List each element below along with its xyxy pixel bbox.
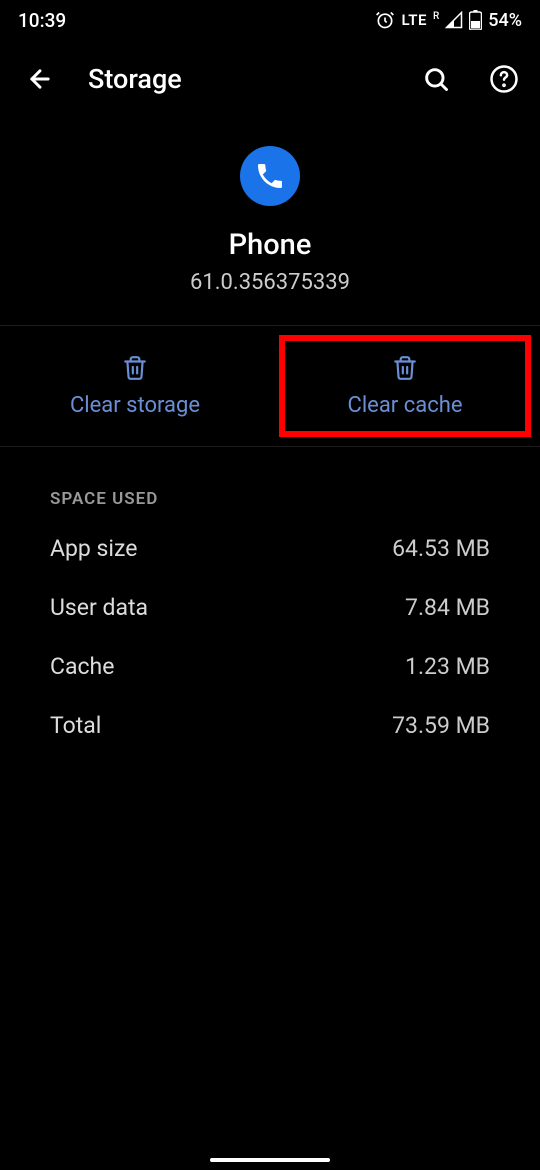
row-label: App size — [50, 535, 137, 562]
row-value: 7.84 MB — [405, 594, 490, 621]
phone-app-icon — [240, 146, 300, 206]
status-time: 10:39 — [18, 9, 66, 32]
help-button[interactable] — [484, 59, 524, 99]
status-bar: 10:39 LTE R 54% — [0, 0, 540, 40]
toolbar: Storage — [0, 40, 540, 118]
battery-icon — [469, 10, 482, 30]
app-header: Phone 61.0.356375339 — [0, 146, 540, 295]
row-cache: Cache 1.23 MB — [0, 637, 540, 696]
clear-storage-label: Clear storage — [70, 393, 200, 418]
row-value: 73.59 MB — [392, 712, 490, 739]
row-app-size: App size 64.53 MB — [0, 519, 540, 578]
status-right: LTE R 54% — [375, 10, 522, 31]
clear-cache-label: Clear cache — [348, 393, 463, 418]
row-value: 1.23 MB — [405, 653, 490, 680]
clear-cache-button[interactable]: Clear cache — [270, 326, 540, 446]
row-label: Total — [50, 712, 101, 739]
back-button[interactable] — [20, 59, 60, 99]
row-label: User data — [50, 594, 148, 621]
page-title: Storage — [88, 63, 388, 95]
space-used-header: Space used — [0, 447, 540, 519]
trash-icon — [392, 355, 418, 381]
clear-storage-button[interactable]: Clear storage — [0, 326, 270, 446]
lte-label: LTE — [401, 11, 427, 29]
trash-icon — [122, 355, 148, 381]
battery-percent: 54% — [488, 10, 522, 31]
actions-row: Clear storage Clear cache — [0, 325, 540, 447]
row-total: Total 73.59 MB — [0, 696, 540, 755]
row-user-data: User data 7.84 MB — [0, 578, 540, 637]
row-value: 64.53 MB — [392, 535, 490, 562]
app-version: 61.0.356375339 — [190, 270, 350, 295]
alarm-icon — [375, 10, 395, 30]
row-label: Cache — [50, 653, 114, 680]
search-button[interactable] — [416, 59, 456, 99]
roaming-label: R — [433, 11, 439, 22]
signal-icon — [445, 11, 463, 29]
app-name: Phone — [229, 228, 312, 262]
home-indicator[interactable] — [210, 1158, 330, 1162]
